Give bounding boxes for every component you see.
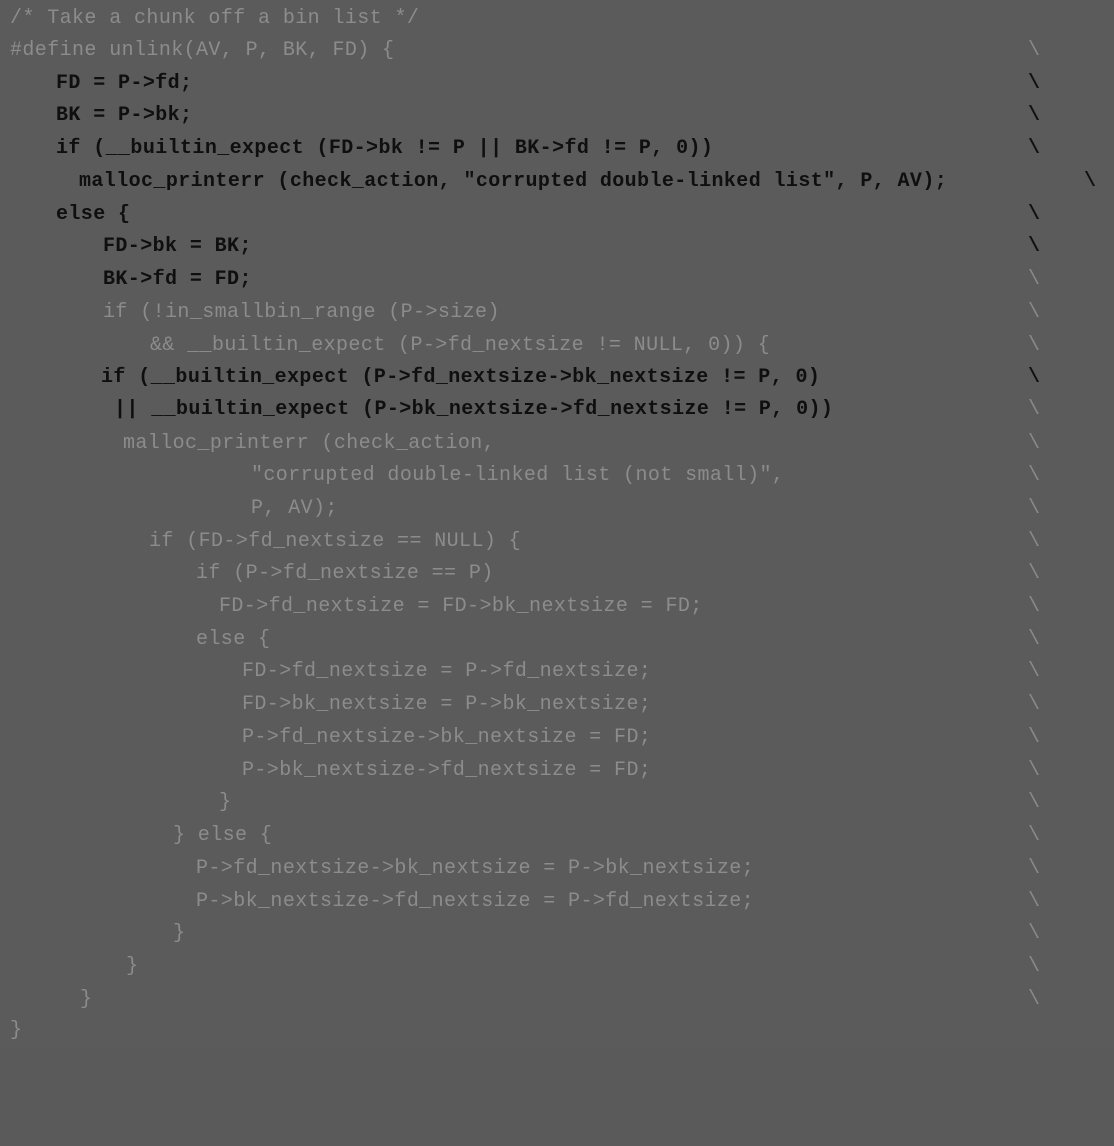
code-text: BK = P->bk; (56, 104, 193, 127)
line-continuation: \ (1028, 660, 1041, 683)
code-line: } \ (0, 786, 1040, 819)
line-continuation: \ (1084, 170, 1097, 193)
code-listing: /* Take a chunk off a bin list */ #defin… (0, 0, 1114, 1048)
code-line: else { \ (0, 198, 1040, 231)
line-continuation: \ (1028, 235, 1041, 258)
code-line: P, AV); \ (0, 492, 1040, 525)
code-line: "corrupted double-linked list (not small… (0, 459, 1040, 492)
code-text: } (10, 1019, 23, 1042)
code-line: FD = P->fd; \ (0, 67, 1040, 100)
line-continuation: \ (1028, 72, 1041, 95)
code-text: P, AV); (251, 497, 338, 520)
code-text: } (80, 988, 93, 1011)
code-line: BK = P->bk; \ (0, 99, 1040, 132)
line-continuation: \ (1028, 464, 1041, 487)
line-continuation: \ (1028, 628, 1041, 651)
code-text: P->bk_nextsize->fd_nextsize = FD; (242, 759, 652, 782)
code-line: } \ (0, 983, 1040, 1016)
code-text: malloc_printerr (check_action, (123, 432, 496, 455)
code-line: || __builtin_expect (P->bk_nextsize->fd_… (0, 393, 1040, 426)
code-text: else { (196, 628, 271, 651)
code-text: FD->bk = BK; (103, 235, 252, 258)
code-line: } else { \ (0, 819, 1040, 852)
line-continuation: \ (1028, 497, 1041, 520)
code-text: if (P->fd_nextsize == P) (196, 562, 494, 585)
line-continuation: \ (1028, 726, 1041, 749)
line-continuation: \ (1028, 955, 1041, 978)
line-continuation: \ (1028, 39, 1041, 62)
code-line: P->bk_nextsize->fd_nextsize = P->fd_next… (0, 885, 1040, 918)
line-continuation: \ (1028, 432, 1041, 455)
code-line: P->fd_nextsize->bk_nextsize = FD; \ (0, 721, 1040, 754)
code-text: BK->fd = FD; (103, 268, 252, 291)
line-continuation: \ (1028, 890, 1041, 913)
code-line: } (0, 1014, 50, 1047)
code-text: /* Take a chunk off a bin list */ (10, 7, 420, 30)
code-line: FD->fd_nextsize = P->fd_nextsize; \ (0, 655, 1040, 688)
code-line: FD->bk_nextsize = P->bk_nextsize; \ (0, 688, 1040, 721)
code-text: if (__builtin_expect (P->fd_nextsize->bk… (101, 366, 821, 389)
code-line: } \ (0, 950, 1040, 983)
code-text: if (FD->fd_nextsize == NULL) { (149, 530, 522, 553)
code-text: } (219, 791, 232, 814)
code-line: malloc_printerr (check_action, \ (0, 427, 1040, 460)
line-continuation: \ (1028, 562, 1041, 585)
code-line: #define unlink(AV, P, BK, FD) { \ (0, 34, 1040, 67)
line-continuation: \ (1028, 334, 1041, 357)
code-text: else { (56, 203, 131, 226)
line-continuation: \ (1028, 791, 1041, 814)
line-continuation: \ (1028, 988, 1041, 1011)
line-continuation: \ (1028, 268, 1041, 291)
code-line: P->bk_nextsize->fd_nextsize = FD; \ (0, 754, 1040, 787)
line-continuation: \ (1028, 824, 1041, 847)
line-continuation: \ (1028, 398, 1041, 421)
code-text: || __builtin_expect (P->bk_nextsize->fd_… (114, 398, 834, 421)
code-text: "corrupted double-linked list (not small… (251, 464, 785, 487)
line-continuation: \ (1028, 203, 1041, 226)
code-text: } else { (173, 824, 273, 847)
code-text: FD->fd_nextsize = FD->bk_nextsize = FD; (219, 595, 703, 618)
code-line: if (P->fd_nextsize == P) \ (0, 557, 1040, 590)
line-continuation: \ (1028, 759, 1041, 782)
code-text: if (!in_smallbin_range (P->size) (103, 301, 500, 324)
code-line: /* Take a chunk off a bin list */ (0, 2, 419, 35)
line-continuation: \ (1028, 595, 1041, 618)
line-continuation: \ (1028, 922, 1041, 945)
code-text: if (__builtin_expect (FD->bk != P || BK-… (56, 137, 714, 160)
code-text: #define unlink(AV, P, BK, FD) { (10, 39, 395, 62)
code-text: P->bk_nextsize->fd_nextsize = P->fd_next… (196, 890, 755, 913)
code-line: if (__builtin_expect (P->fd_nextsize->bk… (0, 361, 1040, 394)
code-line: if (__builtin_expect (FD->bk != P || BK-… (0, 132, 1040, 165)
code-text: } (126, 955, 139, 978)
code-text: P->fd_nextsize->bk_nextsize = FD; (242, 726, 652, 749)
code-line: P->fd_nextsize->bk_nextsize = P->bk_next… (0, 852, 1040, 885)
code-text: FD = P->fd; (56, 72, 193, 95)
code-line: if (FD->fd_nextsize == NULL) { \ (0, 525, 1040, 558)
line-continuation: \ (1028, 301, 1041, 324)
code-text: } (173, 922, 186, 945)
line-continuation: \ (1028, 104, 1041, 127)
line-continuation: \ (1028, 137, 1041, 160)
code-text: FD->bk_nextsize = P->bk_nextsize; (242, 693, 652, 716)
code-line: else { \ (0, 623, 1040, 656)
code-text: malloc_printerr (check_action, "corrupte… (79, 170, 948, 193)
code-text: P->fd_nextsize->bk_nextsize = P->bk_next… (196, 857, 755, 880)
code-line: BK->fd = FD; \ (0, 263, 1040, 296)
code-line: malloc_printerr (check_action, "corrupte… (0, 165, 1096, 198)
code-line: } \ (0, 917, 1040, 950)
code-line: && __builtin_expect (P->fd_nextsize != N… (0, 329, 1040, 362)
code-text: FD->fd_nextsize = P->fd_nextsize; (242, 660, 652, 683)
line-continuation: \ (1028, 693, 1041, 716)
code-line: FD->fd_nextsize = FD->bk_nextsize = FD; … (0, 590, 1040, 623)
code-text: && __builtin_expect (P->fd_nextsize != N… (150, 334, 771, 357)
code-line: FD->bk = BK; \ (0, 230, 1040, 263)
line-continuation: \ (1028, 530, 1041, 553)
line-continuation: \ (1028, 366, 1041, 389)
code-line: if (!in_smallbin_range (P->size) \ (0, 296, 1040, 329)
line-continuation: \ (1028, 857, 1041, 880)
